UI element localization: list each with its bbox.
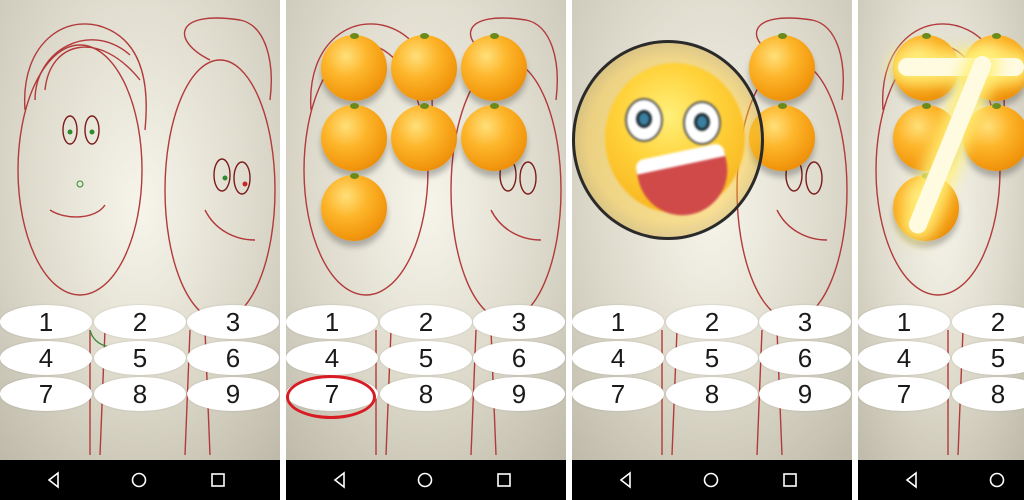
home-circle-icon[interactable] — [130, 471, 148, 489]
back-triangle-icon[interactable] — [617, 471, 635, 489]
orange-fruit — [391, 33, 457, 101]
orange-fruit — [321, 103, 387, 171]
android-navigation-bar — [572, 460, 852, 500]
orange-fruit — [461, 33, 527, 101]
key-4[interactable]: 4 — [858, 341, 950, 375]
drawing-background: 1 2 3 4 5 6 7 8 9 — [286, 0, 566, 460]
phone-screen-1: 1 2 3 4 5 6 7 8 9 — [0, 0, 280, 500]
orange-fruit — [321, 33, 387, 101]
key-8[interactable]: 8 — [380, 377, 472, 411]
emoji-mouth — [634, 142, 736, 224]
orange-fruit — [963, 103, 1024, 171]
key-4[interactable]: 4 — [572, 341, 664, 375]
key-5[interactable]: 5 — [94, 341, 186, 375]
android-navigation-bar — [0, 460, 280, 500]
home-circle-icon[interactable] — [988, 471, 1006, 489]
orange-fruit — [391, 103, 457, 171]
key-8[interactable]: 8 — [666, 377, 758, 411]
key-1[interactable]: 1 — [858, 305, 950, 339]
key-3[interactable]: 3 — [473, 305, 565, 339]
key-3[interactable]: 3 — [187, 305, 279, 339]
number-keypad: 1 2 4 5 7 8 — [858, 305, 1024, 415]
back-triangle-icon[interactable] — [45, 471, 63, 489]
key-6[interactable]: 6 — [473, 341, 565, 375]
back-triangle-icon[interactable] — [331, 471, 349, 489]
android-navigation-bar — [858, 460, 1024, 500]
key-8[interactable]: 8 — [952, 377, 1024, 411]
key-7[interactable]: 7 — [0, 377, 92, 411]
emoji-left-eye — [625, 98, 663, 142]
key-4[interactable]: 4 — [286, 341, 378, 375]
key-9[interactable]: 9 — [759, 377, 851, 411]
recent-square-icon[interactable] — [209, 471, 227, 489]
key-6[interactable]: 6 — [759, 341, 851, 375]
key-5[interactable]: 5 — [380, 341, 472, 375]
orange-fruit — [749, 33, 815, 101]
key-2[interactable]: 2 — [380, 305, 472, 339]
recent-square-icon[interactable] — [781, 471, 799, 489]
key-9[interactable]: 9 — [187, 377, 279, 411]
key-2[interactable]: 2 — [952, 305, 1024, 339]
phone-screen-2: 1 2 3 4 5 6 7 8 9 — [286, 0, 566, 500]
key-3[interactable]: 3 — [759, 305, 851, 339]
magnifier-lens — [572, 40, 764, 240]
key-1[interactable]: 1 — [572, 305, 664, 339]
recent-square-icon[interactable] — [495, 471, 513, 489]
key-8[interactable]: 8 — [94, 377, 186, 411]
back-triangle-icon[interactable] — [903, 471, 921, 489]
home-circle-icon[interactable] — [702, 471, 720, 489]
key-5[interactable]: 5 — [666, 341, 758, 375]
key-1[interactable]: 1 — [286, 305, 378, 339]
home-circle-icon[interactable] — [416, 471, 434, 489]
selected-key-highlight-ring — [286, 375, 376, 419]
glowing-seven-stroke — [898, 58, 1024, 76]
key-1[interactable]: 1 — [0, 305, 92, 339]
orange-fruit — [321, 173, 387, 241]
phone-screen-4: 1 2 4 5 7 8 — [858, 0, 1024, 500]
laughing-emoji-face — [605, 63, 745, 224]
key-7[interactable]: 7 — [858, 377, 950, 411]
key-2[interactable]: 2 — [666, 305, 758, 339]
android-navigation-bar — [286, 460, 566, 500]
number-keypad: 1 2 3 4 5 6 7 8 9 — [0, 305, 280, 415]
key-7[interactable]: 7 — [572, 377, 664, 411]
number-keypad: 1 2 3 4 5 6 7 8 9 — [572, 305, 852, 415]
drawing-background: 1 2 4 5 7 8 — [858, 0, 1024, 460]
emoji-pupil — [636, 110, 652, 128]
emoji-right-eye — [683, 101, 721, 145]
key-5[interactable]: 5 — [952, 341, 1024, 375]
drawing-background: 1 2 3 4 5 6 7 8 9 — [0, 0, 280, 460]
key-2[interactable]: 2 — [94, 305, 186, 339]
key-4[interactable]: 4 — [0, 341, 92, 375]
emoji-pupil — [694, 113, 710, 131]
key-6[interactable]: 6 — [187, 341, 279, 375]
orange-fruit — [461, 103, 527, 171]
key-9[interactable]: 9 — [473, 377, 565, 411]
